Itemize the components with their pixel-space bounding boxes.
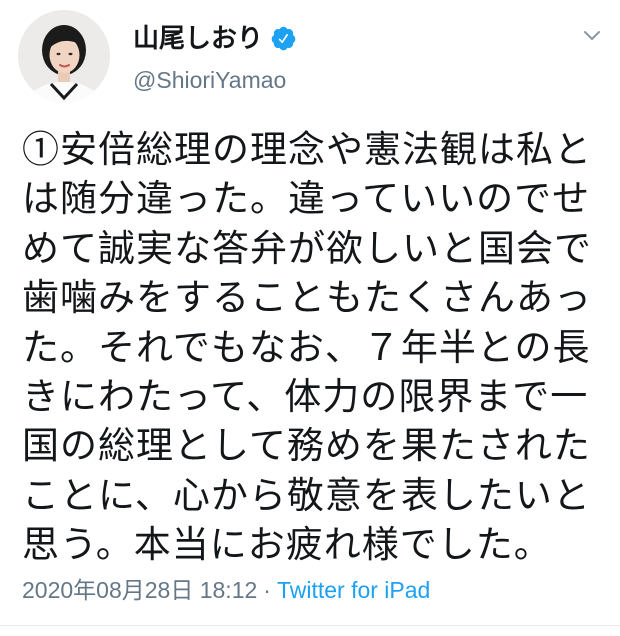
tweet-source-link[interactable]: Twitter for iPad (277, 577, 430, 603)
author-name[interactable]: 山尾しおり (133, 20, 263, 56)
tweet-timestamp[interactable]: 2020年08月28日 18:12 (22, 577, 257, 603)
tweet-text-line: 思う。本当にお疲れ様でした。 (22, 524, 552, 566)
author-handle[interactable]: @ShioriYamao (133, 65, 286, 95)
tweet-text-line: は随分違った。違っていいのでせ (22, 178, 591, 220)
avatar[interactable] (18, 10, 110, 102)
divider (0, 625, 620, 626)
tweet-text-line: ①安倍総理の理念や憲法観は私と (22, 129, 592, 170)
author-row: 山尾しおり (133, 20, 297, 56)
profile-photo-icon (18, 10, 110, 102)
tweet-text-line: めて誠実な答弁が欲しいと国会で (22, 227, 592, 269)
tweet-text-line: 歯噛みをすることもたくさんあっ (22, 277, 592, 319)
tweet-text-line: きにわたって、体力の限界まで一 (22, 375, 589, 417)
tweet-meta: 2020年08月28日 18:12 · Twitter for iPad (22, 575, 430, 605)
tweet-text-line: 国の総理として務めを果たされた (22, 425, 591, 467)
tweet-text-line: た。それでもなお、７年半との長 (22, 326, 591, 368)
meta-separator: · (263, 577, 271, 603)
tweet-text: ①安倍総理の理念や憲法観は私と は随分違った。違っていいのでせ めて誠実な答弁が… (22, 125, 592, 570)
verified-badge-icon (270, 25, 297, 52)
chevron-down-icon[interactable] (580, 23, 604, 47)
tweet-text-line: ことに、心から敬意を表したいと (22, 474, 591, 516)
